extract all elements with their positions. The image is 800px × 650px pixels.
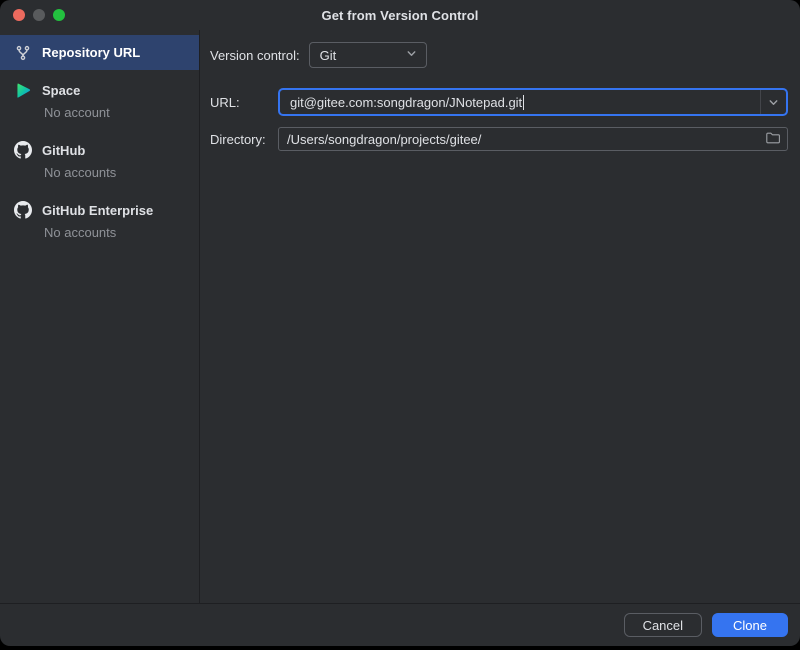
sidebar-item-label: Repository URL: [42, 45, 140, 60]
window-controls: [13, 9, 65, 21]
close-window-button[interactable]: [13, 9, 25, 21]
chevron-down-icon: [405, 47, 418, 63]
sidebar-item-github[interactable]: GitHub No accounts: [0, 138, 199, 182]
url-value: git@gitee.com:songdragon/JNotepad.git: [290, 95, 522, 110]
clone-form: Version control: Git URL: git@gitee.com:…: [200, 30, 800, 603]
text-caret: [523, 95, 524, 110]
clone-button[interactable]: Clone: [712, 613, 788, 637]
github-icon: [14, 201, 32, 219]
sidebar-item-github-enterprise[interactable]: GitHub Enterprise No accounts: [0, 198, 199, 242]
sidebar: Repository URL: [0, 30, 200, 603]
version-control-value: Git: [320, 48, 405, 63]
dialog-footer: Cancel Clone: [0, 603, 800, 646]
space-logo-icon: [14, 81, 32, 99]
url-input[interactable]: git@gitee.com:songdragon/JNotepad.git: [278, 88, 788, 116]
sidebar-item-label: GitHub: [42, 143, 85, 158]
url-history-dropdown-button[interactable]: [760, 90, 786, 114]
git-branch-icon: [14, 44, 32, 62]
sidebar-item-label: Space: [42, 83, 80, 98]
sidebar-item-subtitle: No accounts: [44, 164, 199, 182]
github-icon: [14, 141, 32, 159]
zoom-window-button[interactable]: [53, 9, 65, 21]
dialog-title: Get from Version Control: [322, 8, 479, 23]
version-control-label: Version control:: [210, 48, 300, 63]
cancel-button[interactable]: Cancel: [624, 613, 702, 637]
directory-label: Directory:: [210, 132, 278, 147]
sidebar-item-label: GitHub Enterprise: [42, 203, 153, 218]
get-from-version-control-dialog: Get from Version Control Repository URL: [0, 0, 800, 646]
title-bar: Get from Version Control: [0, 0, 800, 30]
directory-input[interactable]: /Users/songdragon/projects/gitee/: [278, 127, 788, 151]
version-control-select[interactable]: Git: [309, 42, 427, 68]
minimize-window-button: [33, 9, 45, 21]
sidebar-item-subtitle: No account: [44, 104, 199, 122]
sidebar-item-repository-url[interactable]: Repository URL: [0, 35, 199, 70]
sidebar-item-space[interactable]: Space No account: [0, 78, 199, 122]
browse-folder-icon[interactable]: [765, 130, 781, 149]
url-label: URL:: [210, 95, 278, 110]
sidebar-item-subtitle: No accounts: [44, 224, 199, 242]
directory-value: /Users/songdragon/projects/gitee/: [287, 132, 765, 147]
